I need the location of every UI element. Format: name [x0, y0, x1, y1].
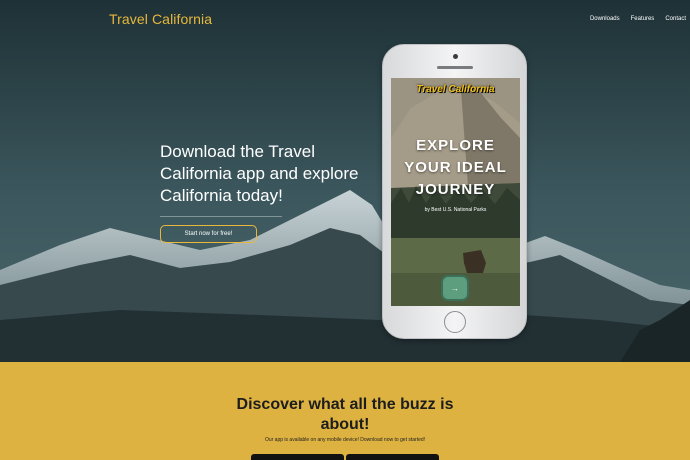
phone-speaker	[437, 66, 473, 69]
top-nav: Downloads Features Contact	[590, 16, 686, 22]
buzz-section: Discover what all the buzz is about! Our…	[0, 362, 690, 460]
app-subtitle: by Best U.S. National Parks	[424, 207, 487, 213]
phone-camera	[453, 54, 458, 59]
app-title-line: EXPLORE	[416, 137, 495, 154]
buzz-title: Discover what all the buzz is about!	[236, 396, 454, 433]
phone-mockup: Travel California EXPLORE YOUR IDEAL JOU…	[382, 44, 527, 339]
app-hero-title: EXPLORE YOUR IDEAL JOURNEY	[391, 135, 520, 201]
google-play-badge[interactable]	[251, 454, 344, 460]
app-title-line: YOUR IDEAL	[404, 159, 507, 176]
arrow-right-icon: →	[451, 283, 459, 293]
brand-logo[interactable]: Travel California	[109, 11, 212, 27]
phone-screen: Travel California EXPLORE YOUR IDEAL JOU…	[391, 78, 520, 306]
app-store-badge[interactable]	[346, 454, 439, 460]
start-free-button[interactable]: Start now for free!	[160, 225, 257, 243]
nav-contact[interactable]: Contact	[665, 16, 686, 22]
app-title-line: JOURNEY	[415, 181, 496, 198]
app-go-button[interactable]: →	[441, 275, 469, 301]
hero-divider	[160, 216, 282, 217]
buzz-subtitle: Our app is available on any mobile devic…	[264, 437, 426, 443]
hero-headline: Download the Travel California app and e…	[160, 142, 359, 205]
phone-home-button	[444, 311, 466, 333]
app-brand: Travel California	[416, 84, 495, 95]
hero-section: Travel California Downloads Features Con…	[0, 0, 690, 362]
nav-downloads[interactable]: Downloads	[590, 16, 620, 22]
nav-features[interactable]: Features	[631, 16, 655, 22]
